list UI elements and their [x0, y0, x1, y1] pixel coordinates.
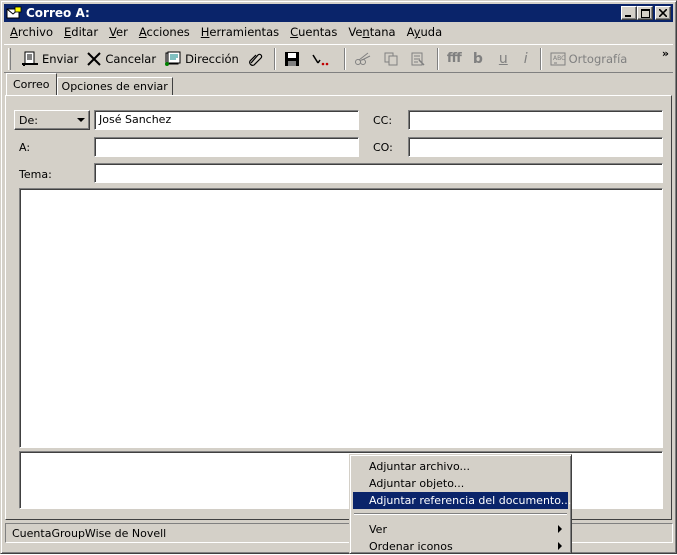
menu-archivo[interactable]: Archivo — [4, 23, 58, 42]
cancel-button[interactable]: Cancelar — [82, 48, 160, 70]
status-account: CuentaGroupWise de Novell — [12, 527, 167, 540]
paste-icon — [411, 52, 425, 66]
bold-button[interactable]: b — [465, 48, 491, 70]
bc-field[interactable] — [408, 137, 663, 157]
close-icon — [659, 9, 667, 17]
toolbar-separator — [273, 47, 276, 70]
minimize-icon — [625, 15, 631, 17]
tab-opciones-de-enviar[interactable]: Opciones de enviar — [56, 77, 173, 95]
close-button[interactable] — [655, 6, 671, 20]
menu-item-view[interactable]: Ver — [353, 521, 568, 538]
toolbar-separator — [436, 47, 439, 70]
cc-label: CC: — [373, 114, 393, 127]
italic-button[interactable]: i — [516, 48, 536, 70]
send-icon — [22, 51, 38, 66]
toolbar-overflow-chevron-icon[interactable]: » — [662, 47, 669, 60]
attachment-context-menu: Adjuntar archivo... Adjuntar objeto... A… — [349, 454, 572, 554]
menu-item-view-label: Ver — [369, 523, 387, 536]
toolbar-separator — [539, 47, 542, 70]
underline-label: u — [498, 50, 508, 67]
menu-acciones[interactable]: Acciones — [133, 23, 195, 42]
bold-label: b — [472, 50, 483, 67]
tab-strip: Correo Opciones de enviar — [6, 73, 173, 95]
scissors-icon — [354, 52, 371, 65]
check-dots-icon — [312, 54, 329, 65]
italic-label: i — [523, 50, 528, 67]
compose-window: Correo A: Archivo Editar Ver Acciones He… — [0, 0, 677, 554]
subject-field[interactable] — [94, 163, 663, 183]
menu-item-attach-file[interactable]: Adjuntar archivo... — [353, 458, 568, 475]
save-icon — [284, 51, 299, 66]
menu-herramientas[interactable]: Herramientas — [195, 23, 284, 42]
address-label: Dirección — [185, 51, 239, 66]
toolbar-grip[interactable] — [8, 47, 11, 70]
address-book-icon — [165, 51, 181, 66]
menu-item-attach-object[interactable]: Adjuntar objeto... — [353, 475, 568, 492]
paperclip-icon — [248, 53, 263, 66]
font-label: fff — [446, 51, 462, 66]
subject-label: Tema: — [19, 168, 52, 181]
menu-cuentas[interactable]: Cuentas — [284, 23, 342, 42]
message-body[interactable] — [19, 188, 663, 448]
menu-ventana[interactable]: Ventana — [342, 23, 400, 42]
paste-button[interactable] — [406, 48, 433, 70]
maximize-icon — [640, 8, 650, 18]
submenu-arrow-icon — [558, 542, 562, 550]
from-field[interactable]: José Sanchez — [94, 110, 359, 130]
menu-item-arrange-icons-label: Ordenar iconos — [369, 540, 453, 553]
to-field[interactable] — [94, 137, 359, 157]
from-value: José Sanchez — [99, 113, 172, 126]
toolbar: Enviar Cancelar Dirección fff b u i ABC … — [4, 44, 673, 73]
title-bar[interactable]: Correo A: — [4, 4, 673, 22]
toolbar-separator — [343, 47, 346, 70]
menu-separator — [354, 513, 567, 515]
cut-button[interactable] — [350, 48, 379, 70]
underline-button[interactable]: u — [491, 48, 516, 70]
send-button[interactable]: Enviar — [17, 48, 82, 70]
dropdown-arrow-icon — [77, 118, 85, 122]
maximize-button[interactable] — [637, 6, 653, 20]
cancel-label: Cancelar — [105, 51, 157, 66]
window-title: Correo A: — [26, 6, 90, 20]
bc-label: CO: — [373, 141, 393, 154]
copy-icon — [384, 52, 398, 65]
submenu-arrow-icon — [558, 525, 562, 533]
cc-field[interactable] — [408, 110, 663, 130]
mail-window-icon — [6, 6, 22, 19]
from-selector[interactable]: De: — [14, 110, 90, 130]
send-label: Enviar — [42, 51, 79, 66]
spelling-button[interactable]: ABC Ortografía — [546, 48, 632, 70]
menu-editar[interactable]: Editar — [58, 23, 103, 42]
address-book-button[interactable]: Dirección — [160, 48, 243, 70]
spelling-icon: ABC — [550, 52, 566, 65]
spell-check-small-button[interactable] — [307, 48, 340, 70]
menu-ayuda[interactable]: Ayuda — [401, 23, 448, 42]
tab-correo[interactable]: Correo — [6, 73, 57, 95]
svg-text:ABC: ABC — [553, 55, 565, 62]
copy-button[interactable] — [379, 48, 406, 70]
to-label: A: — [19, 141, 31, 154]
menu-item-arrange-icons[interactable]: Ordenar iconos — [353, 538, 568, 555]
save-button[interactable] — [280, 48, 307, 70]
menu-ver[interactable]: Ver — [103, 23, 133, 42]
minimize-button[interactable] — [621, 6, 637, 20]
from-selector-label: De: — [19, 114, 38, 127]
font-button[interactable]: fff — [443, 48, 465, 70]
status-bar: CuentaGroupWise de Novell — [5, 523, 673, 543]
spelling-label: Ortografía — [568, 51, 628, 66]
menu-bar: Archivo Editar Ver Acciones Herramientas… — [4, 23, 673, 42]
cancel-icon — [87, 51, 102, 66]
attach-button[interactable] — [243, 48, 270, 70]
menu-item-attach-document-reference[interactable]: Adjuntar referencia del documento... — [353, 492, 571, 509]
